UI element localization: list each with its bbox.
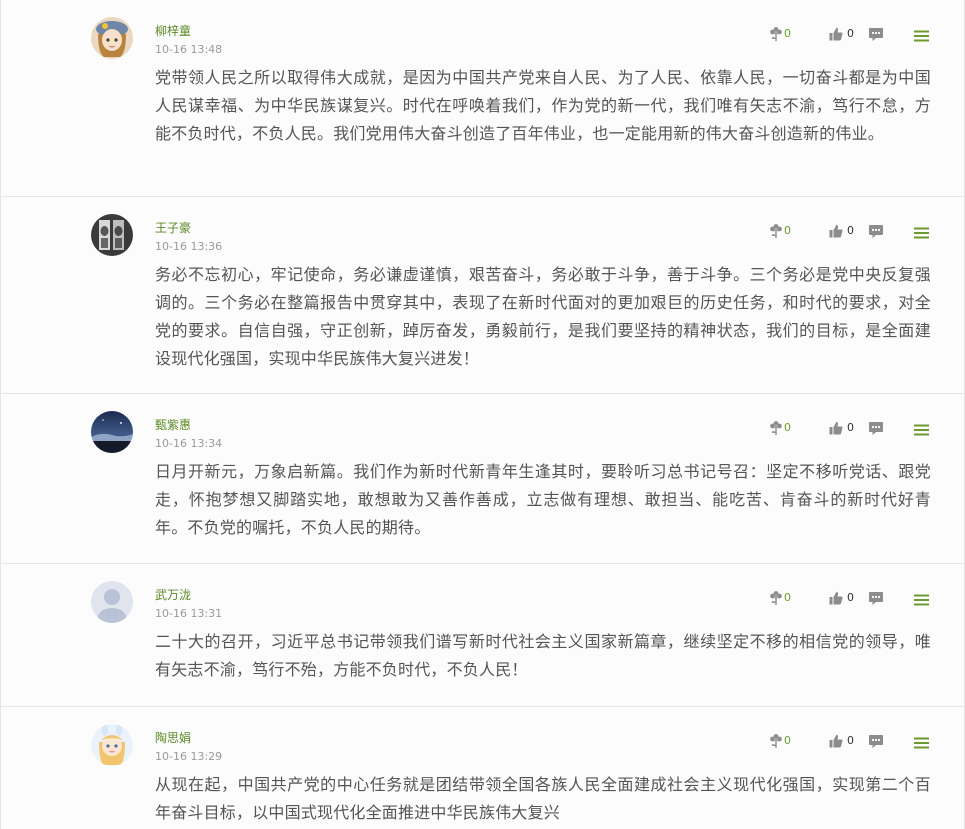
comment-item: 甄紫惠 10-16 13:34 0 0 日月开新元，万象启新篇。我们作为新时代新… <box>0 394 965 564</box>
comment-actions: 0 0 <box>769 418 884 438</box>
menu-button[interactable] <box>914 227 929 239</box>
flower-count: 0 <box>784 224 791 237</box>
like-button[interactable]: 0 <box>829 27 854 41</box>
reply-icon <box>868 591 884 606</box>
flower-icon <box>769 420 783 436</box>
comment-text: 二十大的召开，习近平总书记带领我们谱写新时代社会主义国家新篇章，继续坚定不移的相… <box>155 632 931 679</box>
reply-button[interactable] <box>868 591 884 606</box>
comment-actions: 0 0 <box>769 588 884 608</box>
comment-item: 陶思娟 10-16 13:29 0 0 从现在起，中国共产党的中心任务就是团结带… <box>0 707 965 829</box>
like-button[interactable]: 0 <box>829 421 854 435</box>
like-count: 0 <box>847 734 854 747</box>
comment-time: 10-16 13:34 <box>155 437 223 450</box>
avatar[interactable] <box>91 214 133 256</box>
reply-button[interactable] <box>868 224 884 239</box>
comment-item: 柳梓童 10-16 13:48 0 0 党带领人民之所以取得伟大成就，是因为中国… <box>0 0 965 197</box>
flower-button[interactable]: 0 <box>769 223 791 239</box>
thumbs-up-icon <box>829 27 843 41</box>
flower-icon <box>769 223 783 239</box>
flower-icon <box>769 590 783 606</box>
like-count: 0 <box>847 27 854 40</box>
reply-button[interactable] <box>868 27 884 42</box>
thumbs-up-icon <box>829 734 843 748</box>
author-name[interactable]: 柳梓童 <box>155 23 191 39</box>
flower-button[interactable]: 0 <box>769 590 791 606</box>
comment-actions: 0 0 <box>769 731 884 751</box>
comment-time: 10-16 13:29 <box>155 750 223 763</box>
flower-count: 0 <box>784 734 791 747</box>
comment-time: 10-16 13:31 <box>155 607 223 620</box>
menu-icon <box>914 594 929 606</box>
reply-icon <box>868 27 884 42</box>
menu-icon <box>914 424 929 436</box>
comment-actions: 0 0 <box>769 221 884 241</box>
avatar[interactable] <box>91 411 133 453</box>
thumbs-up-icon <box>829 591 843 605</box>
menu-button[interactable] <box>914 30 929 42</box>
comment-item: 王子豪 10-16 13:36 0 0 务必不忘初心，牢记使命，务必谦虚谨慎，艰… <box>0 197 965 394</box>
menu-button[interactable] <box>914 594 929 606</box>
comment-text: 党带领人民之所以取得伟大成就，是因为中国共产党来自人民、为了人民、依靠人民，一切… <box>155 68 931 143</box>
menu-button[interactable] <box>914 737 929 749</box>
comment-actions: 0 0 <box>769 24 884 44</box>
flower-button[interactable]: 0 <box>769 26 791 42</box>
like-button[interactable]: 0 <box>829 734 854 748</box>
menu-icon <box>914 227 929 239</box>
flower-count: 0 <box>784 421 791 434</box>
flower-button[interactable]: 0 <box>769 733 791 749</box>
menu-icon <box>914 737 929 749</box>
reply-button[interactable] <box>868 734 884 749</box>
flower-button[interactable]: 0 <box>769 420 791 436</box>
thumbs-up-icon <box>829 421 843 435</box>
like-count: 0 <box>847 224 854 237</box>
comment-item: 武万泷 10-16 13:31 0 0 二十大的召开，习近平总书记带领我们谱写新… <box>0 564 965 707</box>
comment-list: 柳梓童 10-16 13:48 0 0 党带领人民之所以取得伟大成就，是因为中国… <box>0 0 965 829</box>
author-name[interactable]: 王子豪 <box>155 220 191 236</box>
avatar[interactable] <box>91 581 133 623</box>
author-name[interactable]: 陶思娟 <box>155 730 191 746</box>
comment-text: 从现在起，中国共产党的中心任务就是团结带领全国各族人民全面建成社会主义现代化强国… <box>155 775 931 822</box>
comment-text: 务必不忘初心，牢记使命，务必谦虚谨慎，艰苦奋斗，务必敢于斗争，善于斗争。三个务必… <box>155 265 931 368</box>
avatar[interactable] <box>91 724 133 766</box>
thumbs-up-icon <box>829 224 843 238</box>
like-count: 0 <box>847 421 854 434</box>
comment-text: 日月开新元，万象启新篇。我们作为新时代新青年生逢其时，要聆听习总书记号召：坚定不… <box>155 462 931 537</box>
like-count: 0 <box>847 591 854 604</box>
author-name[interactable]: 武万泷 <box>155 587 191 603</box>
menu-icon <box>914 30 929 42</box>
flower-count: 0 <box>784 27 791 40</box>
reply-button[interactable] <box>868 421 884 436</box>
like-button[interactable]: 0 <box>829 591 854 605</box>
comment-time: 10-16 13:36 <box>155 240 223 253</box>
author-name[interactable]: 甄紫惠 <box>155 417 191 433</box>
like-button[interactable]: 0 <box>829 224 854 238</box>
reply-icon <box>868 421 884 436</box>
flower-icon <box>769 733 783 749</box>
comment-time: 10-16 13:48 <box>155 43 223 56</box>
avatar[interactable] <box>91 17 133 59</box>
menu-button[interactable] <box>914 424 929 436</box>
flower-icon <box>769 26 783 42</box>
reply-icon <box>868 224 884 239</box>
flower-count: 0 <box>784 591 791 604</box>
reply-icon <box>868 734 884 749</box>
